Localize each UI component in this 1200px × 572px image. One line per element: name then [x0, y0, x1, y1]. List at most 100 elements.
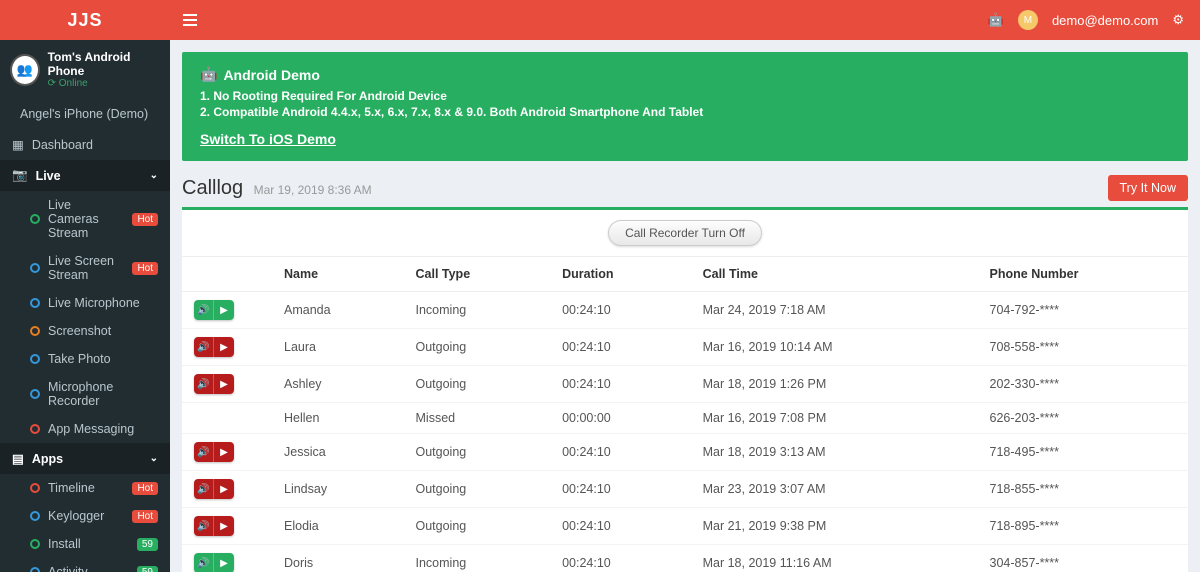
- sidebar-toggle[interactable]: [170, 14, 210, 26]
- play-recording-button[interactable]: 🔊 ▶: [194, 374, 234, 394]
- col-duration: Duration: [550, 257, 691, 292]
- play-recording-button[interactable]: 🔊 ▶: [194, 479, 234, 499]
- cell-call-time: Mar 18, 2019 1:26 PM: [691, 366, 978, 403]
- cell-call-type: Outgoing: [404, 329, 551, 366]
- cell-phone: 626-203-****: [978, 403, 1188, 434]
- cell-call-time: Mar 16, 2019 7:08 PM: [691, 403, 978, 434]
- sidebar-item-timeline[interactable]: Timeline Hot: [0, 474, 170, 502]
- sidebar-item-label: Live Microphone: [48, 296, 140, 310]
- topbar-right: 🤖 M demo@demo.com ⚙: [974, 10, 1200, 30]
- volume-icon: 🔊: [194, 442, 214, 462]
- sidebar-item-label: Dashboard: [32, 138, 93, 152]
- banner-line-2: 2. Compatible Android 4.4.x, 5.x, 6.x, 7…: [200, 105, 1170, 119]
- sidebar-item-take-photo[interactable]: Take Photo: [0, 345, 170, 373]
- try-it-now-button[interactable]: Try It Now: [1108, 175, 1188, 201]
- circle-icon: [30, 214, 40, 224]
- sidebar: 👥 Tom's Android Phone ⟳ Online Angel's i…: [0, 40, 170, 572]
- volume-icon: 🔊: [194, 516, 214, 536]
- device-name: Tom's Android Phone: [48, 50, 160, 78]
- volume-icon: 🔊: [194, 374, 214, 394]
- call-recorder-toggle[interactable]: Call Recorder Turn Off: [608, 220, 762, 246]
- avatar[interactable]: M: [1018, 10, 1038, 30]
- sidebar-header-live[interactable]: 📷 Live ⌄: [0, 160, 170, 191]
- badge: Hot: [132, 262, 158, 275]
- badge: Hot: [132, 482, 158, 495]
- play-recording-button[interactable]: 🔊 ▶: [194, 300, 234, 320]
- sidebar-item-demo-iphone[interactable]: Angel's iPhone (Demo): [0, 99, 170, 129]
- cell-duration: 00:24:10: [550, 292, 691, 329]
- badge: Hot: [132, 510, 158, 523]
- sidebar-item-label: Install: [48, 537, 81, 551]
- badge: 59: [137, 538, 158, 551]
- play-icon: ▶: [214, 300, 234, 320]
- sidebar-item-keylogger[interactable]: Keylogger Hot: [0, 502, 170, 530]
- cell-name: Laura: [272, 329, 404, 366]
- table-row: 🔊 ▶ Lindsay Outgoing 00:24:10 Mar 23, 20…: [182, 471, 1188, 508]
- cell-name: Ashley: [272, 366, 404, 403]
- device-avatar-icon: 👥: [10, 54, 40, 86]
- circle-icon: [30, 326, 40, 336]
- badge: 59: [137, 566, 158, 572]
- chevron-down-icon: ⌄: [150, 453, 158, 464]
- cell-name: Amanda: [272, 292, 404, 329]
- sidebar-item-label: Live Screen Stream: [48, 254, 124, 282]
- user-email[interactable]: demo@demo.com: [1052, 13, 1158, 28]
- cell-duration: 00:24:10: [550, 471, 691, 508]
- device-status: ⟳ Online: [48, 78, 160, 89]
- cell-name: Jessica: [272, 434, 404, 471]
- col-phone-number: Phone Number: [978, 257, 1188, 292]
- sidebar-item-live-screen-stream[interactable]: Live Screen Stream Hot: [0, 247, 170, 289]
- sidebar-item-app-messaging[interactable]: App Messaging: [0, 415, 170, 443]
- table-row: 🔊 ▶ Amanda Incoming 00:24:10 Mar 24, 201…: [182, 292, 1188, 329]
- play-recording-button[interactable]: 🔊 ▶: [194, 516, 234, 536]
- android-icon[interactable]: 🤖: [988, 12, 1004, 28]
- cell-call-type: Missed: [404, 403, 551, 434]
- cell-call-time: Mar 18, 2019 3:13 AM: [691, 434, 978, 471]
- brand-logo[interactable]: JJS: [0, 0, 170, 40]
- cell-phone: 202-330-****: [978, 366, 1188, 403]
- cell-call-time: Mar 21, 2019 9:38 PM: [691, 508, 978, 545]
- cell-duration: 00:24:10: [550, 366, 691, 403]
- switch-demo-link[interactable]: Switch To iOS Demo: [200, 131, 336, 147]
- play-recording-button[interactable]: 🔊 ▶: [194, 337, 234, 357]
- sidebar-item-install[interactable]: Install 59: [0, 530, 170, 558]
- sidebar-header-apps[interactable]: ▤ Apps ⌄: [0, 443, 170, 474]
- cell-name: Hellen: [272, 403, 404, 434]
- sidebar-item-microphone-recorder[interactable]: Microphone Recorder: [0, 373, 170, 415]
- play-recording-button[interactable]: 🔊 ▶: [194, 553, 234, 572]
- sidebar-item-label: Screenshot: [48, 324, 111, 338]
- table-row: 🔊 ▶ Jessica Outgoing 00:24:10 Mar 18, 20…: [182, 434, 1188, 471]
- circle-icon: [30, 483, 40, 493]
- circle-icon: [30, 567, 40, 572]
- col-call-time: Call Time: [691, 257, 978, 292]
- calllog-panel: Call Recorder Turn Off Name Call Type Du…: [182, 207, 1188, 572]
- col-call-type: Call Type: [404, 257, 551, 292]
- cell-call-type: Incoming: [404, 292, 551, 329]
- circle-icon: [30, 263, 40, 273]
- play-icon: ▶: [214, 516, 234, 536]
- table-row: Hellen Missed 00:00:00 Mar 16, 2019 7:08…: [182, 403, 1188, 434]
- cell-call-time: Mar 16, 2019 10:14 AM: [691, 329, 978, 366]
- sidebar-header-label: Live: [36, 169, 61, 183]
- page-date: Mar 19, 2019 8:36 AM: [254, 183, 372, 197]
- camera-icon: 📷: [12, 168, 28, 183]
- hamburger-icon: [183, 14, 197, 26]
- table-row: 🔊 ▶ Elodia Outgoing 00:24:10 Mar 21, 201…: [182, 508, 1188, 545]
- play-recording-button[interactable]: 🔊 ▶: [194, 442, 234, 462]
- cell-duration: 00:24:10: [550, 508, 691, 545]
- sidebar-item-live-cameras-stream[interactable]: Live Cameras Stream Hot: [0, 191, 170, 247]
- table-row: 🔊 ▶ Doris Incoming 00:24:10 Mar 18, 2019…: [182, 545, 1188, 572]
- cell-phone: 708-558-****: [978, 329, 1188, 366]
- cell-call-time: Mar 18, 2019 11:16 AM: [691, 545, 978, 572]
- cell-duration: 00:24:10: [550, 434, 691, 471]
- device-block[interactable]: 👥 Tom's Android Phone ⟳ Online: [0, 40, 170, 99]
- sidebar-item-screenshot[interactable]: Screenshot: [0, 317, 170, 345]
- cell-duration: 00:24:10: [550, 329, 691, 366]
- settings-icon[interactable]: ⚙: [1172, 12, 1184, 28]
- sidebar-item-label: Microphone Recorder: [48, 380, 158, 408]
- circle-icon: [30, 298, 40, 308]
- sidebar-item-activity[interactable]: Activity 59: [0, 558, 170, 572]
- sidebar-item-dashboard[interactable]: ▦ Dashboard: [0, 129, 170, 160]
- badge: Hot: [132, 213, 158, 226]
- sidebar-item-live-microphone[interactable]: Live Microphone: [0, 289, 170, 317]
